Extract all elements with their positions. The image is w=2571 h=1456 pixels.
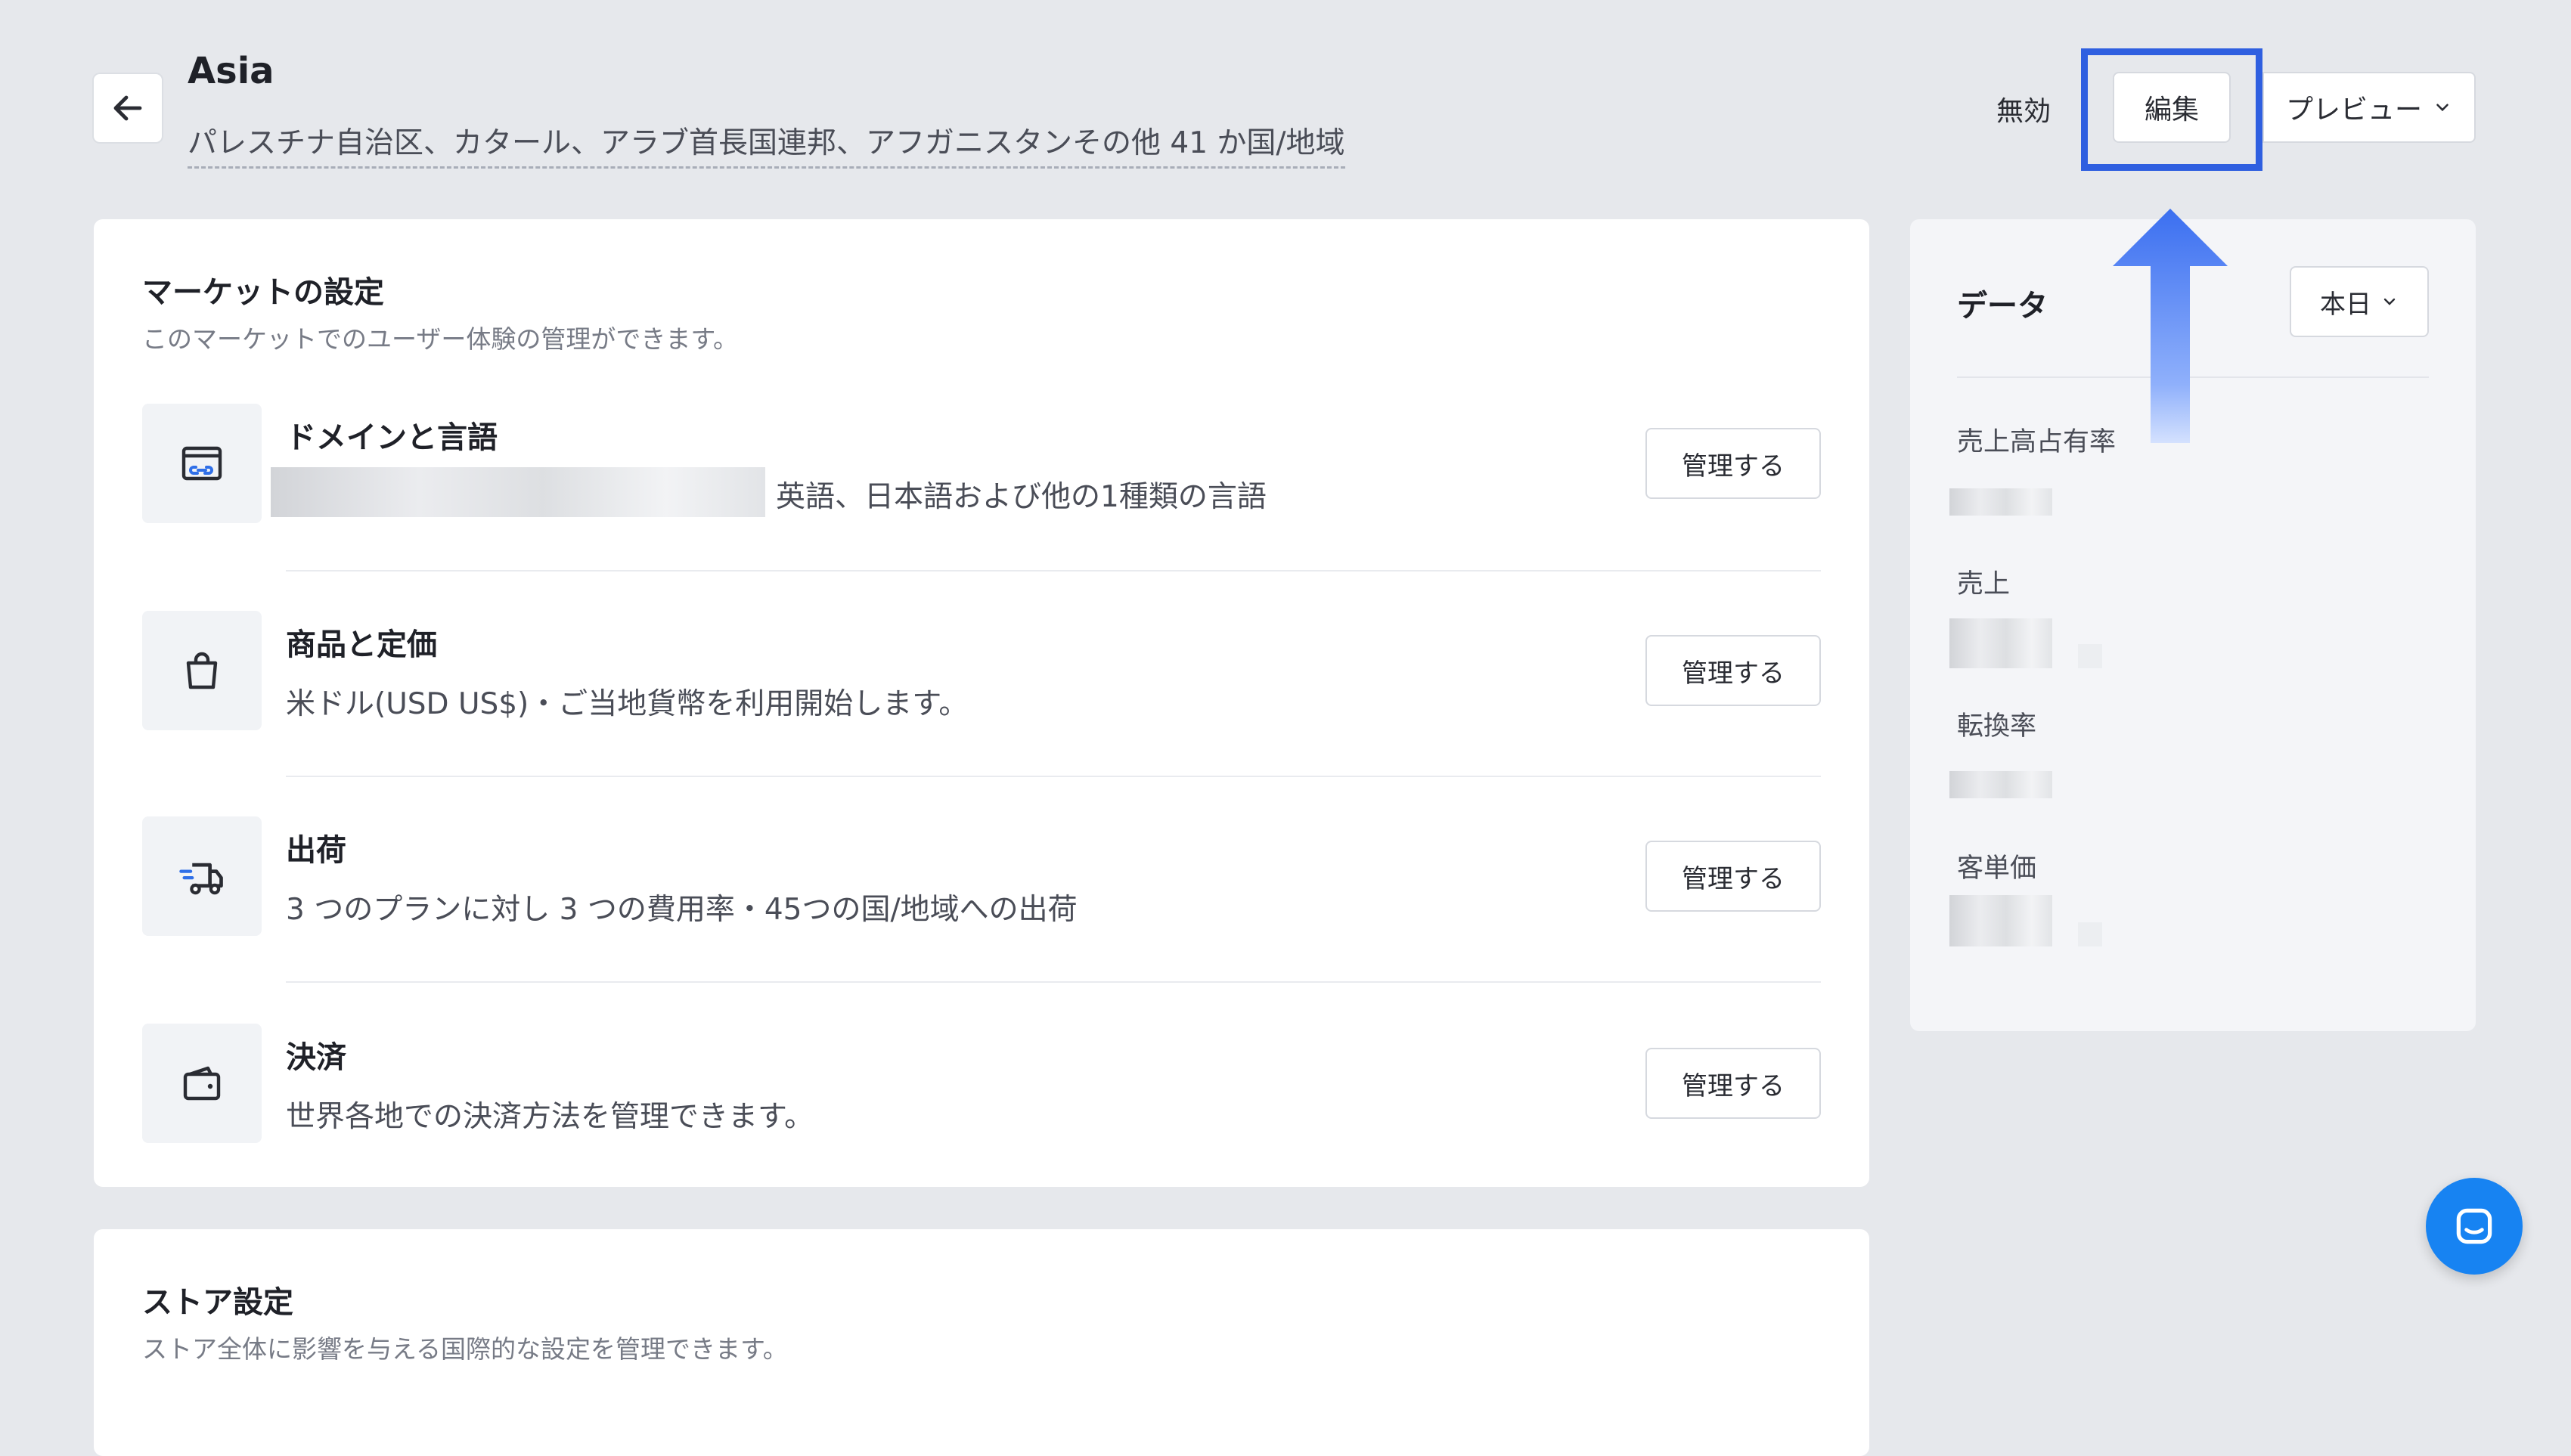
shopping-bag-icon xyxy=(186,652,218,689)
store-settings-title: ストア設定 xyxy=(142,1285,293,1320)
date-range-dropdown[interactable]: 本日 xyxy=(2290,266,2429,337)
chevron-down-icon xyxy=(2436,104,2448,112)
row-title-payments: 決済 xyxy=(286,1040,346,1075)
store-settings-description: ストア全体に影響を与える国際的な設定を管理できます。 xyxy=(142,1334,788,1364)
redacted-value xyxy=(1949,895,2052,946)
market-settings-description: このマーケットでのユーザー体験の管理ができます。 xyxy=(142,324,739,354)
chat-icon xyxy=(2456,1208,2492,1244)
row-desc-shipping: 3 つのプランに対し 3 つの費用率・45つの国/地域への出荷 xyxy=(286,893,1078,927)
manage-shipping-button[interactable]: 管理する xyxy=(1645,841,1821,912)
redacted-value xyxy=(2078,922,2102,946)
shipping-icon-tile xyxy=(142,816,262,936)
wallet-icon xyxy=(183,1066,221,1101)
store-settings-card: ストア設定 ストア全体に影響を与える国際的な設定を管理できます。 xyxy=(94,1229,1869,1456)
metric-sales-label: 売上 xyxy=(1957,569,2011,599)
date-range-label: 本日 xyxy=(2320,289,2371,320)
preview-label: プレビュー xyxy=(2285,94,2422,125)
metric-conversion-label: 転換率 xyxy=(1957,711,2037,742)
divider xyxy=(286,776,1821,777)
row-title-domain: ドメインと言語 xyxy=(286,420,498,455)
row-title-shipping: 出荷 xyxy=(286,833,346,868)
arrow-left-icon xyxy=(113,95,142,121)
chevron-down-icon xyxy=(2383,298,2396,305)
preview-dropdown[interactable]: プレビュー xyxy=(2262,72,2476,143)
divider xyxy=(286,981,1821,983)
delivery-truck-icon xyxy=(179,863,223,895)
disable-button[interactable]: 無効 xyxy=(1996,89,2051,129)
redacted-value xyxy=(1949,771,2052,798)
row-desc-products: 米ドル(USD US$)・ご当地貨幣を利用開始します。 xyxy=(286,687,969,721)
manage-payments-button[interactable]: 管理する xyxy=(1645,1048,1821,1119)
domain-icon-tile xyxy=(142,404,262,523)
redacted-value xyxy=(1949,618,2052,668)
data-panel-title: データ xyxy=(1957,289,2048,324)
payments-icon-tile xyxy=(142,1024,262,1143)
page-title: Asia xyxy=(188,50,274,92)
market-settings-title: マーケットの設定 xyxy=(142,275,384,310)
manage-domain-button[interactable]: 管理する xyxy=(1645,428,1821,499)
back-button[interactable] xyxy=(92,73,163,144)
edit-highlight-box xyxy=(2081,48,2262,171)
domain-link-icon xyxy=(181,446,222,481)
redacted-value xyxy=(1949,488,2052,516)
row-desc-domain: 英語、日本語および他の1種類の言語 xyxy=(776,480,1267,514)
manage-products-button[interactable]: 管理する xyxy=(1645,635,1821,706)
row-desc-payments: 世界各地での決済方法を管理できます。 xyxy=(286,1100,814,1134)
metric-aov-label: 客単価 xyxy=(1957,853,2037,884)
redacted-domain xyxy=(271,467,765,517)
chat-button[interactable] xyxy=(2426,1178,2523,1275)
row-title-products: 商品と定価 xyxy=(286,627,437,662)
market-regions-link[interactable]: パレスチナ自治区、カタール、アラブ首長国連邦、アフガニスタンその他 41 か国/… xyxy=(188,119,1345,169)
divider xyxy=(286,570,1821,572)
market-settings-card: マーケットの設定 このマーケットでのユーザー体験の管理ができます。 ドメインと言… xyxy=(94,219,1869,1187)
redacted-value xyxy=(2078,644,2102,668)
annotation-arrow-icon xyxy=(2113,209,2228,443)
metric-sales-share-label: 売上高占有率 xyxy=(1957,427,2117,457)
products-icon-tile xyxy=(142,611,262,730)
